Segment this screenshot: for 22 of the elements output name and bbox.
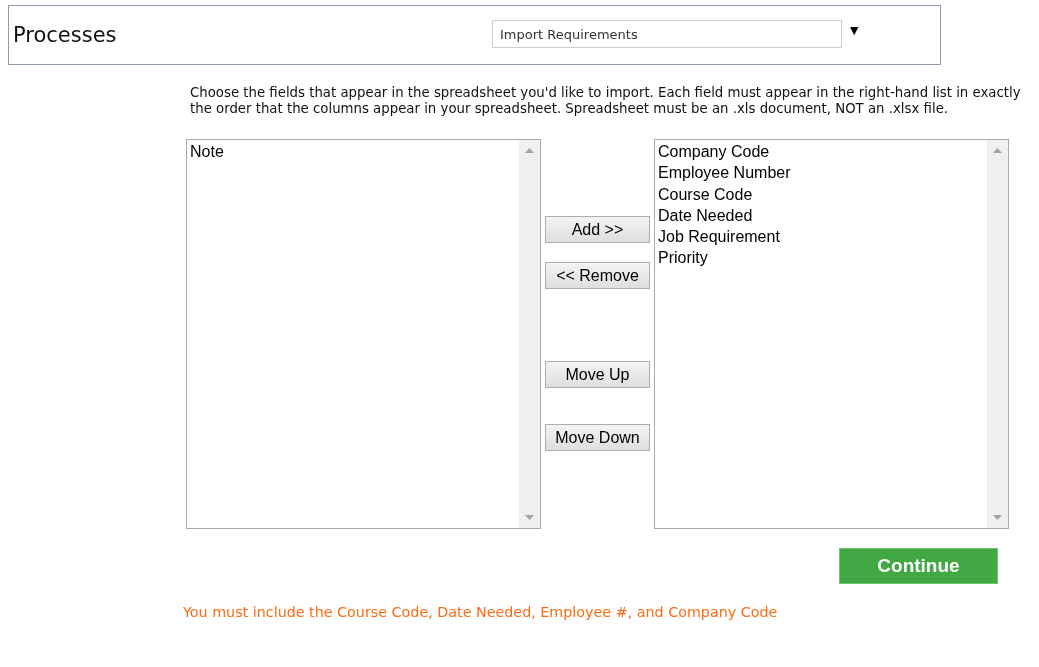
error-message: You must include the Course Code, Date Needed, Employee #, and Company Code (183, 604, 779, 620)
scroll-up-icon[interactable] (993, 148, 1002, 153)
add-button[interactable]: Add >> (545, 216, 650, 243)
page-title: Processes (13, 23, 118, 47)
list-item[interactable]: Priority (658, 247, 984, 269)
dropdown-arrow[interactable]: ▼ (850, 23, 859, 37)
list-item[interactable]: Job Requirement (658, 226, 984, 248)
scroll-down-icon[interactable] (993, 515, 1002, 520)
down-button[interactable]: Move Down (545, 424, 650, 451)
remove-button[interactable]: << Remove (545, 262, 650, 289)
list-item[interactable]: Employee Number (658, 162, 984, 184)
list-item[interactable]: Date Needed (658, 204, 984, 227)
selected-fields-list[interactable]: Company Code Employee Number Course Code Date Needed Job Requirement Priority (654, 139, 1009, 529)
list-item[interactable]: Course Code (658, 183, 984, 205)
scroll-up-icon[interactable] (525, 148, 534, 153)
list-item[interactable]: Note (190, 141, 516, 163)
list-item[interactable]: Company Code (658, 141, 984, 163)
instructions-text: Choose the fields that appear in the spreadsheet you'd like to import. Each field must appear in the right-hand list in exactly the order that the columns appear in your spreadsheet. Spreadsheet must be an .xls document, NOT an .xlsx file. (190, 85, 1022, 116)
available-fields-list[interactable]: Note (186, 139, 541, 529)
up-button[interactable]: Move Up (545, 361, 650, 388)
process-select[interactable]: Import Requirements (492, 20, 842, 48)
scroll-down-icon[interactable] (525, 515, 534, 520)
